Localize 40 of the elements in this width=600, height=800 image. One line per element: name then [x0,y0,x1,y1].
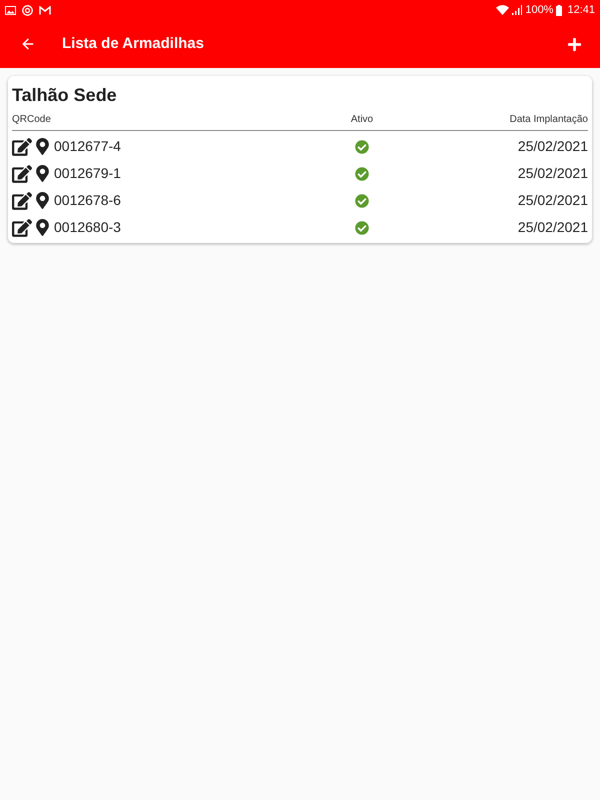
map-pin-icon [36,192,49,209]
map-pin-icon [36,165,49,182]
target-icon [22,4,33,16]
card-title: Talhão Sede [12,84,118,106]
column-header: QRCode [12,114,51,126]
battery-percentage: 100% [525,4,554,16]
edit-button[interactable] [12,192,32,210]
edit-icon [12,192,32,210]
location-button[interactable] [36,219,49,236]
column-header: Data Implantação [510,114,588,126]
envelope-icon [39,6,51,14]
date-cell-text: 25/02/2021 [518,191,588,210]
qrcode-cell-text: 0012678-6 [54,191,121,210]
edit-icon [12,138,32,156]
location-button[interactable] [36,138,49,155]
location-button[interactable] [36,192,49,209]
battery-icon [556,4,562,16]
wifi-icon [496,5,510,15]
edit-button[interactable] [12,138,32,156]
qrcode-cell-text: 0012677-4 [54,137,121,156]
clock-time: 12:41 [567,4,595,16]
add-button[interactable] [566,36,582,52]
edit-button[interactable] [12,164,32,182]
image-icon [5,6,16,14]
signal-icon [512,5,522,15]
edit-button[interactable] [12,218,32,236]
date-cell-text: 25/02/2021 [518,218,588,237]
map-pin-icon [36,138,49,155]
edit-icon [12,218,32,236]
plus-icon [566,36,582,52]
location-button[interactable] [36,165,49,182]
date-cell-text: 25/02/2021 [518,137,588,156]
date-cell-text: 25/02/2021 [518,164,588,183]
qrcode-cell-text: 0012679-1 [54,164,121,183]
column-header: Ativo [350,114,374,126]
app-bar-title: Lista de Armadilhas [62,34,205,54]
qrcode-cell-text: 0012680-3 [54,218,121,237]
map-pin-icon [36,219,49,236]
back-button[interactable] [20,36,36,52]
edit-icon [12,164,32,182]
